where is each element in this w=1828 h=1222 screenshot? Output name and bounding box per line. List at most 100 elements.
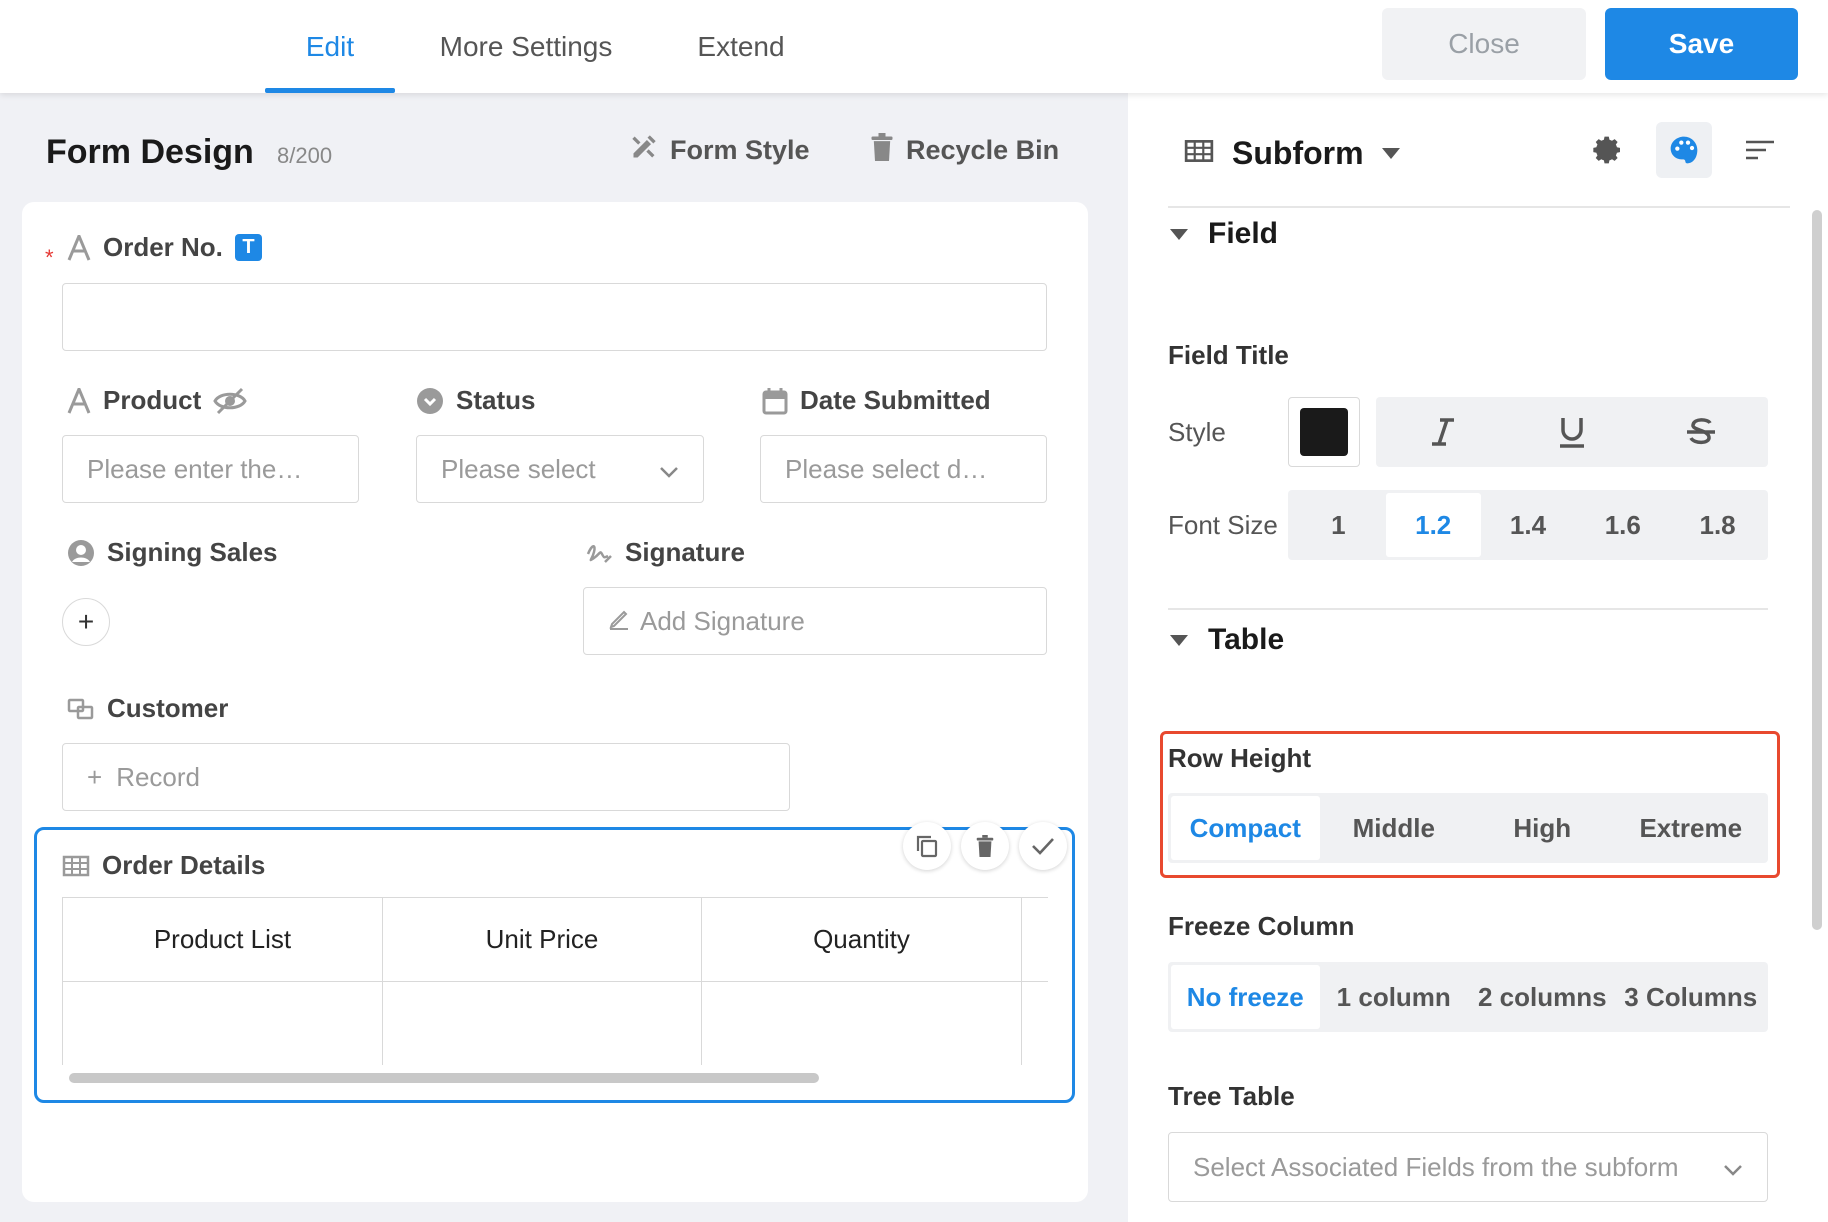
component-name: Subform xyxy=(1232,135,1364,171)
freeze-option[interactable]: 2 columns xyxy=(1468,965,1617,1029)
pen-icon xyxy=(608,606,630,637)
table-icon xyxy=(62,855,90,877)
status-select[interactable]: Please select xyxy=(416,435,704,503)
page-title: Form Design xyxy=(46,133,254,171)
tree-table-select[interactable]: Select Associated Fields from the subfor… xyxy=(1168,1132,1768,1202)
customer-label: Customer xyxy=(67,693,228,724)
tree-table-placeholder: Select Associated Fields from the subfor… xyxy=(1193,1151,1679,1182)
row-height-option[interactable]: Extreme xyxy=(1617,796,1766,860)
recycle-bin-label: Recycle Bin xyxy=(906,135,1060,165)
horizontal-scrollbar[interactable] xyxy=(69,1073,819,1083)
table-section-toggle[interactable]: Table xyxy=(1170,623,1284,657)
font-size-option[interactable]: 1.6 xyxy=(1575,493,1670,557)
date-submitted-label: Date Submitted xyxy=(762,385,991,416)
order-details-label: Order Details xyxy=(62,850,265,881)
product-input[interactable]: Please enter the… xyxy=(62,435,359,503)
font-size-group: 1 1.2 1.4 1.6 1.8 xyxy=(1288,490,1768,560)
color-swatch xyxy=(1300,408,1348,456)
date-submitted-input[interactable]: Please select d… xyxy=(760,435,1047,503)
user-circle-icon xyxy=(67,539,95,567)
column-header[interactable]: Unit Price xyxy=(383,898,702,982)
freeze-option[interactable]: 3 Columns xyxy=(1617,965,1766,1029)
divider xyxy=(1168,608,1768,610)
status-label: Status xyxy=(416,385,535,416)
date-submitted-text: Date Submitted xyxy=(800,385,991,415)
status-text: Status xyxy=(456,385,536,415)
text-field-icon xyxy=(67,387,91,414)
form-style-button[interactable]: Form Style xyxy=(630,133,810,168)
font-size-label: Font Size xyxy=(1168,510,1278,540)
signature-label: Signature xyxy=(585,537,745,568)
subform-actions xyxy=(903,822,1067,870)
add-record-text: Record xyxy=(116,761,201,792)
color-picker[interactable] xyxy=(1288,397,1360,467)
row-height-option[interactable]: High xyxy=(1468,796,1617,860)
product-label: Product xyxy=(67,385,247,416)
order-details-subform[interactable]: Order Details Product List Unit Price Qu… xyxy=(34,822,1075,1103)
signing-sales-text: Signing Sales xyxy=(107,537,278,567)
panel-scrollbar[interactable] xyxy=(1812,210,1822,930)
italic-icon[interactable] xyxy=(1379,400,1508,464)
table-cell[interactable] xyxy=(63,982,383,1065)
font-size-option[interactable]: 1.8 xyxy=(1670,493,1765,557)
save-button[interactable]: Save xyxy=(1605,8,1798,80)
component-selector[interactable]: Subform xyxy=(1184,135,1400,172)
divider xyxy=(1168,206,1790,208)
product-text: Product xyxy=(103,385,202,415)
font-size-option[interactable]: 1.2 xyxy=(1385,493,1481,557)
freeze-option[interactable]: 1 column xyxy=(1320,965,1469,1029)
plus-icon: + xyxy=(87,761,103,792)
signing-sales-label: Signing Sales xyxy=(67,537,278,568)
recycle-bin-button[interactable]: Recycle Bin xyxy=(870,133,1059,168)
table-cell[interactable] xyxy=(383,982,702,1065)
add-signature-text: Add Signature xyxy=(640,605,805,636)
order-no-input[interactable] xyxy=(62,283,1047,351)
form-canvas: * Order No. T Product Please enter the… … xyxy=(22,202,1088,1202)
add-record-button[interactable]: + Record xyxy=(62,743,790,811)
freeze-column-group: No freeze 1 column 2 columns 3 Columns xyxy=(1168,962,1768,1032)
underline-icon[interactable] xyxy=(1508,400,1637,464)
tab-edit[interactable]: Edit xyxy=(265,0,395,93)
table-cell xyxy=(1022,982,1048,1065)
close-button[interactable]: Close xyxy=(1382,8,1586,80)
text-style-group xyxy=(1376,397,1768,467)
tab-extend[interactable]: Extend xyxy=(680,0,802,93)
gear-icon[interactable] xyxy=(1580,122,1636,178)
freeze-option[interactable]: No freeze xyxy=(1171,965,1320,1029)
subform-table: Product List Unit Price Quantity xyxy=(62,897,1048,1065)
style-label: Style xyxy=(1168,417,1226,447)
customer-text: Customer xyxy=(107,693,229,723)
calendar-icon xyxy=(762,387,788,415)
row-height-group: Compact Middle High Extreme xyxy=(1168,793,1768,863)
strikethrough-icon[interactable] xyxy=(1636,400,1765,464)
column-header[interactable]: Quantity xyxy=(702,898,1022,982)
delete-icon[interactable] xyxy=(961,822,1009,870)
order-no-text: Order No. xyxy=(103,232,223,262)
top-bar: Edit More Settings Extend Close Save xyxy=(0,0,1828,93)
required-marker: * xyxy=(45,245,54,270)
tree-table-heading: Tree Table xyxy=(1168,1081,1295,1111)
row-height-option[interactable]: Middle xyxy=(1320,796,1469,860)
row-height-option[interactable]: Compact xyxy=(1171,796,1320,860)
caret-down-icon xyxy=(1170,228,1188,240)
field-count: 8/200 xyxy=(277,143,333,168)
form-design-area: Form Design 8/200 Form Style Recycle Bin… xyxy=(0,93,1128,1222)
field-section-toggle[interactable]: Field xyxy=(1170,217,1279,250)
signature-text: Signature xyxy=(625,537,745,567)
font-size-option[interactable]: 1.4 xyxy=(1481,493,1576,557)
font-size-option[interactable]: 1 xyxy=(1291,493,1386,557)
table-icon xyxy=(1184,139,1214,168)
column-header[interactable]: Product List xyxy=(63,898,383,982)
field-section-title: Field xyxy=(1208,217,1279,250)
property-panel: Subform Field Field Title Style Font Siz… xyxy=(1128,93,1828,1222)
add-signature-button[interactable]: Add Signature xyxy=(583,587,1047,655)
order-no-label: Order No. T xyxy=(67,232,262,263)
palette-icon[interactable] xyxy=(1656,122,1712,178)
add-sales-button[interactable]: + xyxy=(62,598,110,646)
check-icon[interactable] xyxy=(1019,822,1067,870)
sort-lines-icon[interactable] xyxy=(1732,122,1788,178)
eye-off-icon xyxy=(213,387,247,415)
copy-icon[interactable] xyxy=(903,822,951,870)
tab-more-settings[interactable]: More Settings xyxy=(420,0,632,93)
table-cell[interactable] xyxy=(702,982,1022,1065)
